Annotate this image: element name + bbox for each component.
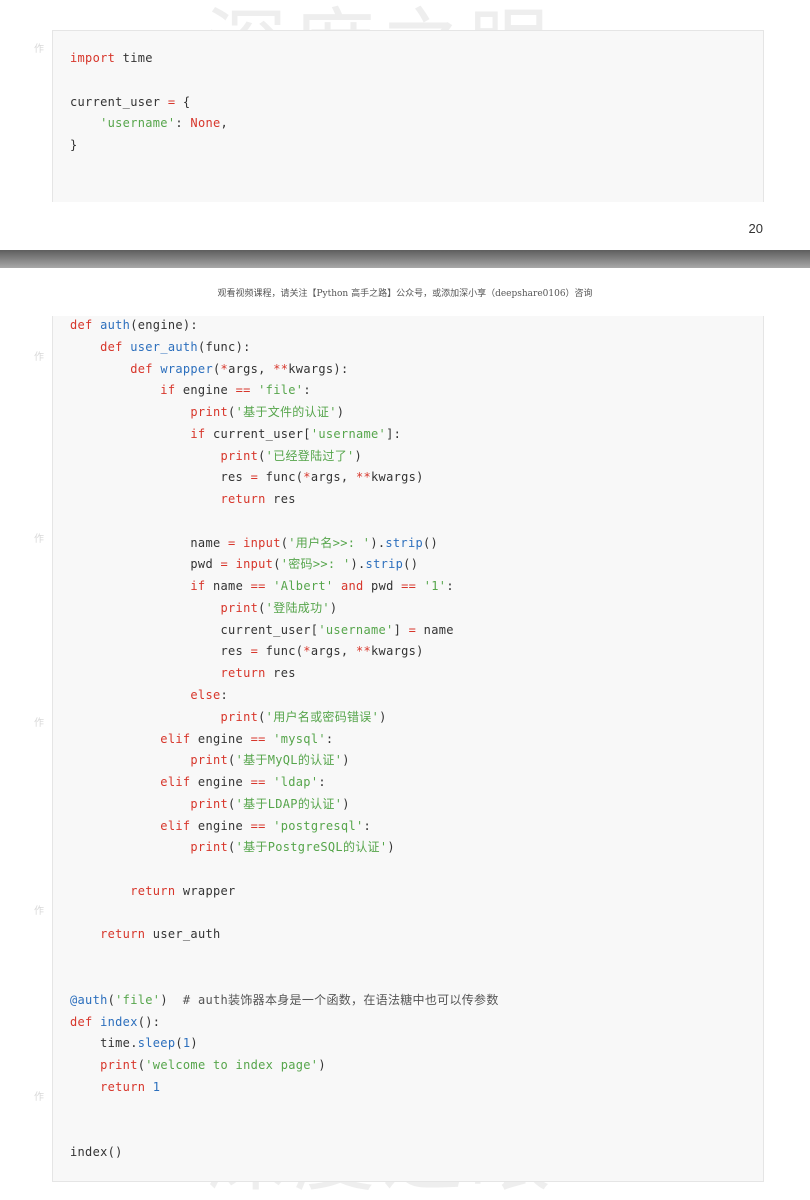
side-watermark-mark: 作 bbox=[34, 1092, 44, 1103]
side-watermark-mark: 作 bbox=[34, 718, 44, 729]
side-watermark-mark: 作 bbox=[34, 44, 44, 55]
page-number: 20 bbox=[748, 221, 763, 236]
page-header-note: 观看视频课程，请关注【Python 高手之路】公众号，或添加深小享（deepsh… bbox=[217, 289, 593, 299]
code-block-bottom: def auth(engine): def user_auth(func): d… bbox=[52, 316, 764, 1182]
side-watermark-mark: 作 bbox=[34, 534, 44, 545]
side-watermark-mark: 作 bbox=[34, 352, 44, 363]
code-block-top: import time current_user = { 'username': … bbox=[52, 30, 764, 202]
side-watermark-mark: 作 bbox=[34, 906, 44, 917]
page-separator bbox=[0, 250, 810, 268]
document-page-top: 深度之眼 作 import timecurrent_user = { 'user… bbox=[0, 0, 810, 250]
document-page-bottom: 观看视频课程，请关注【Python 高手之路】公众号，或添加深小享（deepsh… bbox=[0, 268, 810, 1200]
code-snippet-bottom: def auth(engine): def user_auth(func): d… bbox=[70, 318, 499, 1160]
code-snippet-top: import time current_user = { 'username': … bbox=[70, 51, 229, 153]
